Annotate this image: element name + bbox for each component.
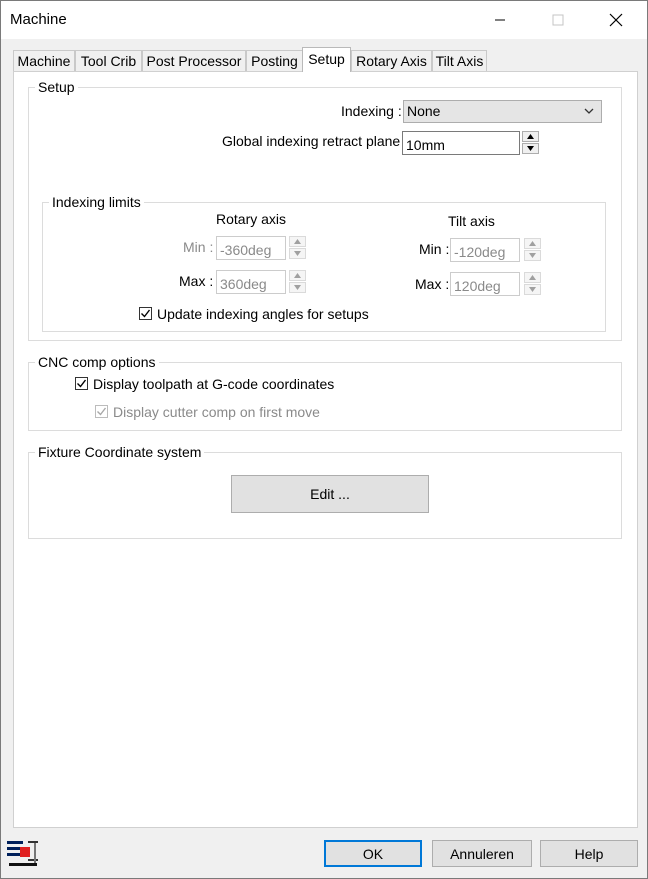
spin-up-button[interactable] xyxy=(524,272,541,283)
fixture-coordinate-group: Fixture Coordinate system Edit ... xyxy=(28,444,622,539)
edit-fixture-button[interactable]: Edit ... xyxy=(231,475,429,513)
title-bar: Machine xyxy=(1,1,647,39)
tilt-max-label: Max : xyxy=(415,276,450,292)
rotary-max-input[interactable] xyxy=(216,270,286,294)
spin-down-button[interactable] xyxy=(289,248,306,259)
arrow-down-icon xyxy=(294,251,301,256)
tab-setup[interactable]: Setup xyxy=(302,47,351,72)
indexing-limits-label: Indexing limits xyxy=(49,194,144,210)
indexing-label: Indexing : xyxy=(341,103,402,119)
indexing-limits-group: Indexing limits Rotary axis Tilt axis Mi… xyxy=(42,194,606,332)
setup-group: Setup Indexing : None Global indexing re… xyxy=(28,79,622,341)
rotary-max-spinner[interactable] xyxy=(289,270,306,293)
spin-down-button[interactable] xyxy=(524,284,541,295)
tilt-max-input[interactable] xyxy=(450,272,520,296)
cancel-button[interactable]: Annuleren xyxy=(432,840,532,867)
retract-plane-spinner[interactable] xyxy=(522,131,539,154)
close-icon xyxy=(609,13,623,27)
help-button[interactable]: Help xyxy=(540,840,638,867)
indexing-select[interactable]: None xyxy=(403,100,602,123)
arrow-down-icon xyxy=(529,287,536,292)
arrow-up-icon xyxy=(529,275,536,280)
tab-tilt-axis[interactable]: Tilt Axis xyxy=(432,50,487,71)
ok-button[interactable]: OK xyxy=(324,840,422,867)
arrow-down-icon xyxy=(294,285,301,290)
retract-plane-label: Global indexing retract plane : xyxy=(222,133,408,149)
display-toolpath-label[interactable]: Display toolpath at G-code coordinates xyxy=(93,376,334,392)
checkmark-icon xyxy=(97,407,107,416)
rotary-min-label: Min : xyxy=(183,239,214,255)
spin-down-button[interactable] xyxy=(522,143,539,154)
tab-rotary-axis[interactable]: Rotary Axis xyxy=(351,50,432,71)
arrow-up-icon xyxy=(527,134,534,139)
minimize-button[interactable] xyxy=(477,5,523,35)
close-button[interactable] xyxy=(593,5,639,35)
tab-tool-crib[interactable]: Tool Crib xyxy=(75,50,142,71)
checkmark-icon xyxy=(77,379,87,388)
display-cutter-label: Display cutter comp on first move xyxy=(113,404,320,420)
cnc-comp-group: CNC comp options Display toolpath at G-c… xyxy=(28,354,622,431)
setup-panel: Setup Indexing : None Global indexing re… xyxy=(13,71,638,828)
spin-down-button[interactable] xyxy=(524,250,541,261)
update-indexing-checkbox[interactable] xyxy=(139,307,152,320)
arrow-down-icon xyxy=(527,146,534,151)
arrow-up-icon xyxy=(529,241,536,246)
maximize-button[interactable] xyxy=(535,5,581,35)
tilt-max-spinner[interactable] xyxy=(524,272,541,295)
spin-up-button[interactable] xyxy=(289,236,306,247)
maximize-icon xyxy=(552,14,564,26)
tilt-min-input[interactable] xyxy=(450,238,520,262)
update-indexing-label[interactable]: Update indexing angles for setups xyxy=(157,306,369,322)
spin-up-button[interactable] xyxy=(522,131,539,142)
machine-app-icon xyxy=(6,839,40,869)
tab-post-processor[interactable]: Post Processor xyxy=(142,50,246,71)
tab-machine[interactable]: Machine xyxy=(13,50,75,71)
machine-dialog: Machine Machine Tool Crib Post Processor… xyxy=(0,0,648,879)
arrow-up-icon xyxy=(294,273,301,278)
retract-plane-input[interactable] xyxy=(402,131,520,155)
spin-up-button[interactable] xyxy=(289,270,306,281)
tilt-axis-header: Tilt axis xyxy=(448,213,495,229)
tilt-min-label: Min : xyxy=(419,241,450,257)
checkmark-icon xyxy=(141,309,151,318)
spin-down-button[interactable] xyxy=(289,282,306,293)
arrow-down-icon xyxy=(529,253,536,258)
fixture-coordinate-label: Fixture Coordinate system xyxy=(35,444,205,460)
indexing-value: None xyxy=(407,103,441,119)
rotary-max-label: Max : xyxy=(179,273,214,289)
rotary-axis-header: Rotary axis xyxy=(216,211,287,227)
window-title: Machine xyxy=(10,11,67,28)
tilt-min-spinner[interactable] xyxy=(524,238,541,261)
spin-up-button[interactable] xyxy=(524,238,541,249)
minimize-icon xyxy=(495,19,505,21)
tab-posting[interactable]: Posting xyxy=(246,50,303,71)
arrow-up-icon xyxy=(294,239,301,244)
display-toolpath-checkbox[interactable] xyxy=(75,377,88,390)
rotary-min-spinner[interactable] xyxy=(289,236,306,259)
setup-group-label: Setup xyxy=(35,79,78,95)
rotary-min-input[interactable] xyxy=(216,236,286,260)
chevron-down-icon xyxy=(584,108,594,114)
cnc-comp-label: CNC comp options xyxy=(35,354,159,370)
display-cutter-checkbox[interactable] xyxy=(95,405,108,418)
